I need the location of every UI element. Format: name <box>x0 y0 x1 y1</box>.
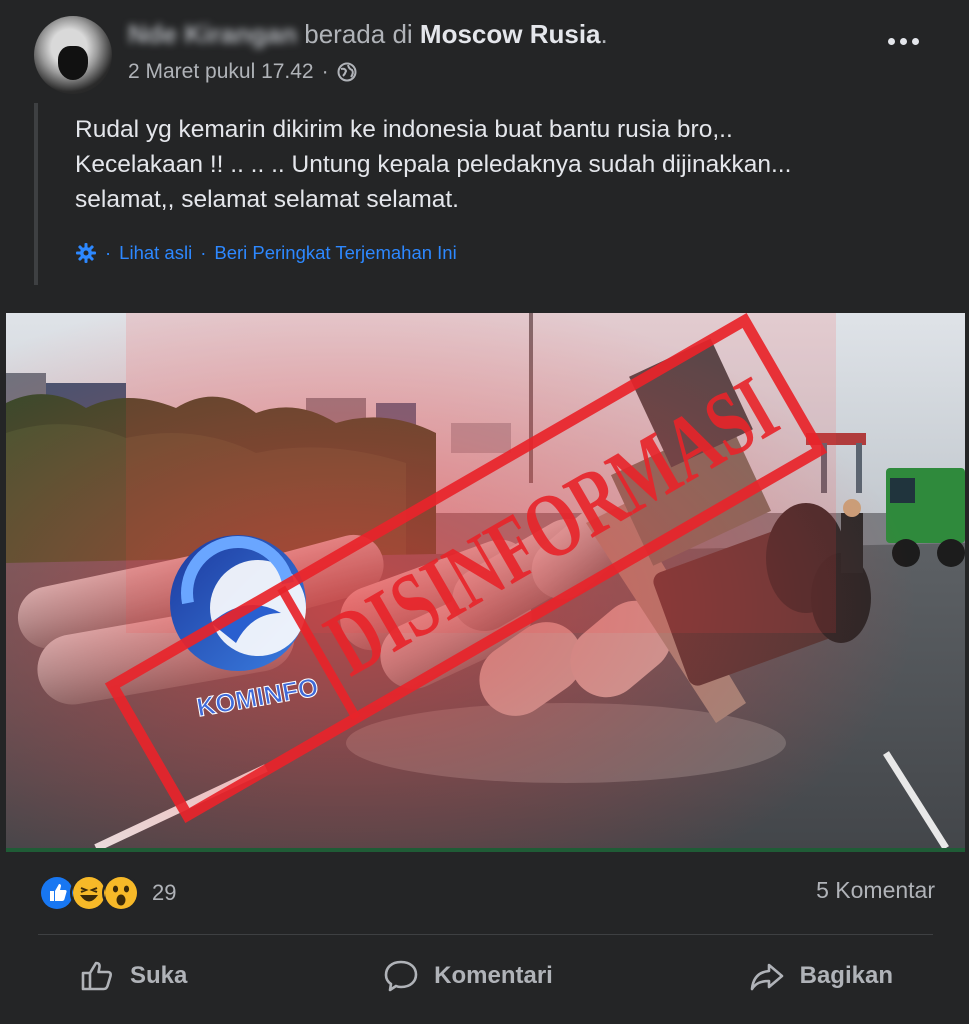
like-button[interactable]: Suka <box>38 957 227 995</box>
location-prefix: berada di <box>304 19 413 49</box>
thumbs-up-icon <box>81 961 112 991</box>
share-label: Bagikan <box>799 962 893 989</box>
post-text-line: selamat,, selamat selamat selamat. <box>75 186 459 213</box>
post-photo[interactable]: KOMINFO DISINFORMASI <box>6 313 965 848</box>
comment-icon <box>384 960 418 992</box>
accident-photo: KOMINFO DISINFORMASI <box>6 313 965 848</box>
reaction-count: 29 <box>152 880 177 905</box>
post-text-line: Kecelakaan !! .. .. .. Untung kepala pel… <box>75 151 792 178</box>
comment-label: Komentari <box>434 962 553 989</box>
location-suffix: . <box>600 19 608 49</box>
meta-separator: · <box>321 60 329 83</box>
post-header-title: Nde Kirangan berada di Moscow Rusia. <box>128 18 608 50</box>
rate-translation-link[interactable]: Beri Peringkat Terjemahan Ini <box>214 242 456 264</box>
share-button[interactable]: Bagikan <box>708 957 933 995</box>
avatar[interactable] <box>34 16 112 94</box>
timestamp[interactable]: 2 Maret pukul 17.42 <box>128 60 314 84</box>
more-options-icon[interactable] <box>888 38 919 45</box>
post-text-line: Rudal yg kemarin dikirim ke indonesia bu… <box>75 116 733 143</box>
globe-icon[interactable] <box>337 62 357 82</box>
post-meta: 2 Maret pukul 17.42 · <box>128 60 357 84</box>
post-text: Rudal yg kemarin dikirim ke indonesia bu… <box>75 112 935 217</box>
divider <box>38 934 933 935</box>
see-original-link[interactable]: Lihat asli <box>119 242 192 264</box>
share-icon <box>750 963 783 991</box>
location-link[interactable]: Moscow Rusia <box>420 19 601 49</box>
author-name[interactable]: Nde Kirangan <box>128 18 297 50</box>
facebook-post: Nde Kirangan berada di Moscow Rusia. 2 M… <box>0 0 969 1024</box>
photo-bottom-border <box>6 848 965 852</box>
comment-button[interactable]: Komentari <box>342 957 593 995</box>
translation-quote-bar <box>34 103 38 285</box>
reaction-summary[interactable]: 29 <box>38 874 176 912</box>
gear-icon[interactable] <box>75 242 97 264</box>
wow-icon <box>102 874 140 912</box>
translation-links: · Lihat asli · Beri Peringkat Terjemahan… <box>75 242 457 264</box>
post-actions: Suka Komentari Bagikan <box>38 946 933 1006</box>
like-label: Suka <box>130 962 188 989</box>
comment-count-link[interactable]: 5 Komentar <box>816 877 935 904</box>
translate-separator: · <box>105 242 112 263</box>
translate-separator: · <box>200 242 207 263</box>
